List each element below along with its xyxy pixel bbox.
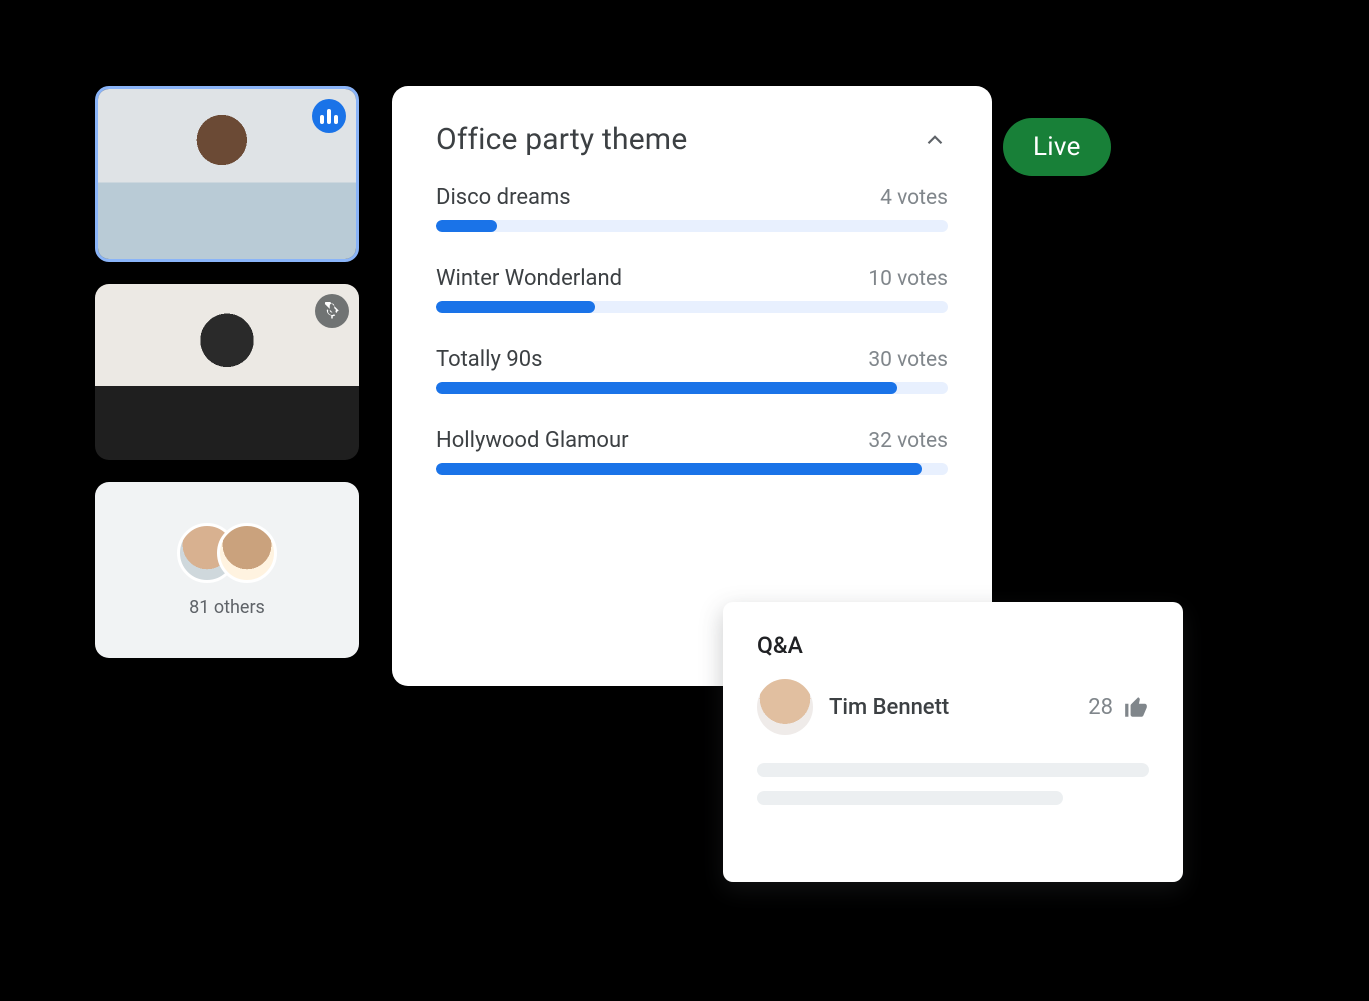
participant-tile-2[interactable] [95, 284, 359, 460]
qa-title: Q&A [757, 632, 1149, 659]
poll-option-name: Totally 90s [436, 347, 542, 372]
poll-option-name: Disco dreams [436, 185, 571, 210]
others-tile[interactable]: 81 others [95, 482, 359, 658]
poll-bar [436, 301, 948, 313]
poll-title: Office party theme [436, 122, 687, 157]
poll-bar [436, 220, 948, 232]
poll-bar [436, 463, 948, 475]
thumbs-up-icon [1123, 694, 1149, 720]
poll-option-votes: 30 votes [868, 348, 948, 372]
avatar [217, 523, 277, 583]
participant-tiles: 81 others [95, 86, 359, 680]
poll-bar [436, 382, 948, 394]
poll-option[interactable]: Hollywood Glamour 32 votes [436, 428, 948, 475]
qa-card[interactable]: Q&A Tim Bennett 28 [723, 602, 1183, 882]
poll-option-votes: 10 votes [868, 267, 948, 291]
qa-question-placeholder [757, 763, 1149, 805]
qa-like-count: 28 [1088, 695, 1113, 720]
chevron-up-icon[interactable] [922, 127, 948, 153]
qa-author: Tim Bennett [829, 695, 1072, 720]
others-avatars [177, 523, 277, 583]
poll-panel: Office party theme Disco dreams 4 votes … [392, 86, 992, 686]
avatar [757, 679, 813, 735]
qa-likes[interactable]: 28 [1088, 694, 1149, 720]
poll-option-name: Winter Wonderland [436, 266, 622, 291]
participant-tile-1[interactable] [95, 86, 359, 262]
live-badge: Live [1003, 118, 1111, 176]
speaking-indicator-icon [312, 99, 346, 133]
poll-option-name: Hollywood Glamour [436, 428, 629, 453]
others-count-label: 81 others [189, 597, 265, 618]
poll-option-votes: 32 votes [868, 429, 948, 453]
muted-icon [315, 294, 349, 328]
poll-bar-fill [436, 301, 595, 313]
poll-option[interactable]: Disco dreams 4 votes [436, 185, 948, 232]
poll-bar-fill [436, 382, 897, 394]
poll-option[interactable]: Totally 90s 30 votes [436, 347, 948, 394]
poll-option[interactable]: Winter Wonderland 10 votes [436, 266, 948, 313]
poll-option-votes: 4 votes [880, 186, 948, 210]
poll-bar-fill [436, 220, 497, 232]
poll-bar-fill [436, 463, 922, 475]
